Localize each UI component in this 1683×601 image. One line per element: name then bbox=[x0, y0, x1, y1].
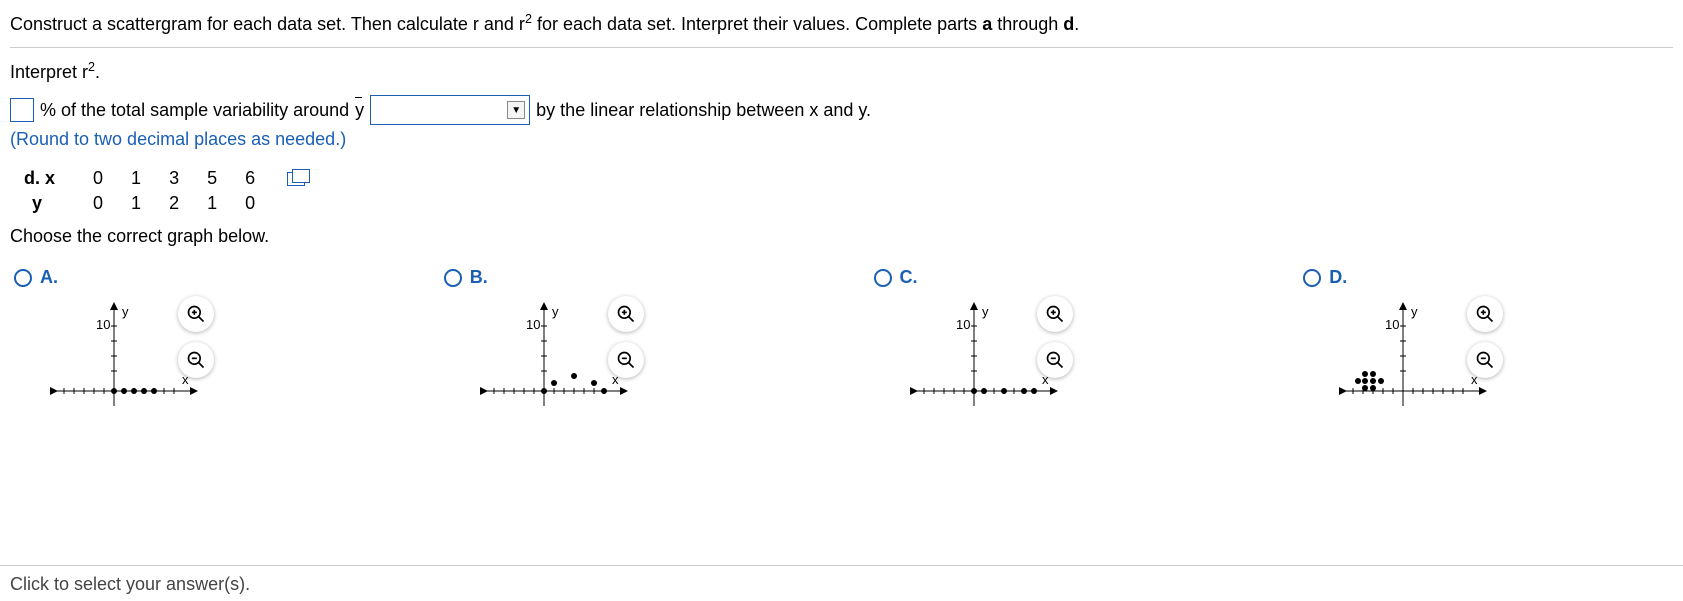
x-label: x bbox=[45, 168, 55, 188]
option-label-a: A. bbox=[40, 267, 58, 288]
intro-sup: 2 bbox=[525, 12, 532, 26]
svg-text:10: 10 bbox=[1385, 317, 1399, 332]
ybar-symbol: y bbox=[355, 100, 364, 121]
svg-text:y: y bbox=[1411, 304, 1418, 319]
svg-text:10: 10 bbox=[526, 317, 540, 332]
y-cell: 0 bbox=[231, 191, 269, 216]
data-table-d: d. x 0 1 3 5 6 y 0 1 2 1 0 bbox=[10, 166, 1673, 216]
zoom-in-icon[interactable] bbox=[608, 296, 644, 332]
interpret-sup: 2 bbox=[88, 60, 95, 74]
svg-text:y: y bbox=[982, 304, 989, 319]
copy-icon[interactable] bbox=[287, 172, 305, 186]
fill-text2: by the linear relationship between x and… bbox=[536, 100, 871, 121]
radio-a[interactable] bbox=[14, 269, 32, 287]
intro-text-c: through bbox=[992, 14, 1063, 34]
round-note: (Round to two decimal places as needed.) bbox=[10, 125, 1673, 150]
y-cell: 0 bbox=[79, 191, 117, 216]
zoom-out-icon[interactable] bbox=[608, 342, 644, 378]
fill-row: % of the total sample variability around… bbox=[10, 87, 1673, 125]
interpret-heading: Interpret r2. bbox=[10, 54, 1673, 87]
option-a: A. 10 y x bbox=[14, 267, 384, 416]
intro-text-b: for each data set. Interpret their value… bbox=[532, 14, 982, 34]
zoom-in-icon[interactable] bbox=[178, 296, 214, 332]
choose-instruction: Choose the correct graph below. bbox=[10, 226, 1673, 247]
part-label: d. bbox=[24, 168, 40, 188]
table-row: d. x 0 1 3 5 6 bbox=[10, 166, 319, 191]
divider bbox=[10, 47, 1673, 48]
option-label-d: D. bbox=[1329, 267, 1347, 288]
interpret-a: Interpret r bbox=[10, 62, 88, 82]
y-cell: 1 bbox=[193, 191, 231, 216]
chevron-down-icon: ▼ bbox=[507, 101, 525, 119]
option-c: C. 10 y x bbox=[874, 267, 1244, 416]
radio-b[interactable] bbox=[444, 269, 462, 287]
option-d: D. 10 y x bbox=[1303, 267, 1673, 416]
zoom-in-icon[interactable] bbox=[1037, 296, 1073, 332]
option-label-c: C. bbox=[900, 267, 918, 288]
zoom-out-icon[interactable] bbox=[1467, 342, 1503, 378]
x-cell: 1 bbox=[117, 166, 155, 191]
x-cell: 6 bbox=[231, 166, 269, 191]
interpret-b: . bbox=[95, 62, 100, 82]
zoom-in-icon[interactable] bbox=[1467, 296, 1503, 332]
intro-bold-a: a bbox=[982, 14, 992, 34]
percent-input[interactable] bbox=[10, 98, 34, 122]
table-row: y 0 1 2 1 0 bbox=[10, 191, 319, 216]
radio-c[interactable] bbox=[874, 269, 892, 287]
y-cell: 2 bbox=[155, 191, 193, 216]
x-cell: 0 bbox=[79, 166, 117, 191]
footer-note: Click to select your answer(s). bbox=[0, 565, 1683, 595]
fill-text1: % of the total sample variability around bbox=[40, 100, 349, 121]
radio-d[interactable] bbox=[1303, 269, 1321, 287]
svg-text:10: 10 bbox=[96, 317, 110, 332]
verb-dropdown[interactable]: ▼ bbox=[370, 95, 530, 125]
y-cell: 1 bbox=[117, 191, 155, 216]
y-label: y bbox=[32, 193, 42, 213]
intro-text-d: . bbox=[1074, 14, 1079, 34]
intro-text-a: Construct a scattergram for each data se… bbox=[10, 14, 525, 34]
option-label-b: B. bbox=[470, 267, 488, 288]
options-row: A. 10 y x bbox=[10, 267, 1673, 416]
svg-text:y: y bbox=[552, 304, 559, 319]
question-intro: Construct a scattergram for each data se… bbox=[10, 8, 1673, 41]
intro-bold-d: d bbox=[1063, 14, 1074, 34]
zoom-out-icon[interactable] bbox=[1037, 342, 1073, 378]
x-cell: 5 bbox=[193, 166, 231, 191]
x-cell: 3 bbox=[155, 166, 193, 191]
svg-text:y: y bbox=[122, 304, 129, 319]
zoom-out-icon[interactable] bbox=[178, 342, 214, 378]
svg-text:10: 10 bbox=[956, 317, 970, 332]
option-b: B. 10 y x bbox=[444, 267, 814, 416]
